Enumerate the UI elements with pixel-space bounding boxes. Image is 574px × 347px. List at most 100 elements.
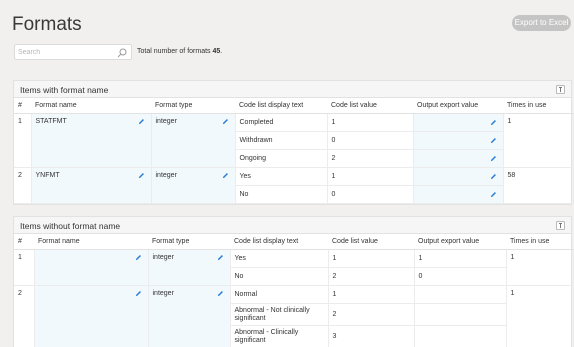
times-in-use: 58 — [502, 167, 574, 204]
column-header: # — [14, 234, 34, 250]
pencil-icon[interactable] — [217, 290, 224, 297]
pencil-icon[interactable] — [138, 118, 145, 125]
code-list-display-text: Withdrawn — [235, 131, 328, 150]
times-in-use: 1 — [502, 113, 574, 168]
pencil-icon[interactable] — [490, 173, 497, 180]
format-type-cell[interactable]: integer — [147, 285, 231, 347]
format-name: YNFMT — [35, 171, 60, 179]
output-export-value-cell[interactable] — [412, 167, 504, 186]
output-export-value-cell[interactable] — [412, 131, 504, 150]
code-list-display-text: No — [230, 267, 329, 286]
code-list-value: 1 — [326, 167, 414, 186]
row-number: 2 — [14, 285, 35, 347]
column-header: Output export value — [413, 98, 503, 114]
code-list-value: 1 — [327, 285, 415, 304]
column-header: Format name — [31, 98, 151, 114]
format-name-cell[interactable]: YNFMT — [30, 167, 152, 204]
pencil-icon[interactable] — [490, 155, 497, 162]
code-list-display-text: Normal — [229, 285, 329, 304]
code-list-display-text: No — [235, 185, 328, 204]
row-number: 1 — [14, 113, 32, 168]
table-row: 1 STATFMT integer Completed 1 1 — [14, 113, 574, 168]
format-name: STATFMT — [35, 117, 67, 125]
pencil-icon[interactable] — [135, 290, 142, 297]
format-type-cell[interactable]: integer — [147, 249, 231, 286]
page-title: Formats — [12, 14, 82, 35]
table-row: 2 YNFMT integer Yes 1 58 — [14, 167, 574, 204]
pencil-icon[interactable] — [490, 191, 497, 198]
section-header: Items with format name — [14, 81, 571, 98]
format-type: integer — [152, 253, 174, 261]
code-list-value: 3 — [327, 325, 415, 347]
column-header: # — [14, 98, 31, 114]
column-header: Code list value — [328, 234, 414, 250]
total-label: Total number of formats — [137, 48, 211, 55]
code-list-display-text: Yes — [229, 249, 329, 268]
table-header-row: # Format name Format type Code list display… — [14, 98, 573, 114]
column-header: Times in use — [506, 234, 573, 250]
output-export-value — [413, 325, 507, 347]
section-title: Items with format name — [20, 85, 109, 95]
code-list-value: 2 — [327, 267, 415, 286]
pencil-icon[interactable] — [490, 119, 497, 126]
search-input[interactable] — [18, 47, 114, 58]
output-export-value-cell[interactable] — [412, 113, 504, 132]
code-list-value: 2 — [326, 149, 414, 168]
code-list-value: 2 — [327, 303, 415, 326]
output-export-value-cell[interactable] — [412, 149, 504, 168]
code-list-display-text: Abnormal - Not clinically significant — [230, 303, 329, 326]
formats-table: # Format name Format type Code list display… — [14, 234, 574, 347]
total-formats-text: Total number of formats 45. — [137, 48, 222, 55]
format-type: integer — [155, 117, 177, 125]
output-export-value: 1 — [413, 249, 507, 268]
row-number: 2 — [14, 167, 32, 204]
column-header: Code list display text — [230, 234, 328, 250]
format-type-cell[interactable]: integer — [150, 113, 236, 168]
collapse-icon[interactable] — [556, 221, 565, 230]
column-header: Format name — [34, 234, 148, 250]
format-type: integer — [155, 171, 177, 179]
section-without-format-name: Items without format name # Format name Fo… — [13, 216, 574, 347]
pencil-icon[interactable] — [222, 172, 229, 179]
code-list-value: 0 — [326, 185, 414, 204]
pencil-icon[interactable] — [138, 172, 145, 179]
search-box[interactable] — [14, 44, 132, 60]
column-header: Code list value — [327, 98, 413, 114]
total-suffix: . — [220, 48, 223, 55]
column-header: Output export value — [414, 234, 506, 250]
table-header-row: # Format name Format type Code list display… — [14, 234, 573, 250]
code-list-value: 1 — [326, 113, 414, 132]
code-list-value: 1 — [327, 249, 415, 268]
format-name-cell[interactable]: STATFMT — [30, 113, 152, 168]
table-row: 1 integer Yes 1 1 1 — [14, 249, 574, 286]
format-name-cell[interactable] — [33, 249, 149, 286]
export-to-excel-button[interactable]: Export to Excel — [512, 15, 571, 31]
times-in-use: 1 — [505, 285, 574, 347]
format-type: integer — [152, 289, 174, 297]
section-title: Items without format name — [20, 221, 121, 231]
times-in-use: 1 — [505, 249, 574, 286]
section-with-format-name: Items with format name # Format name Forma… — [13, 80, 574, 205]
code-list-display-text: Yes — [234, 167, 328, 186]
row-number: 1 — [14, 249, 35, 286]
code-list-display-text: Ongoing — [235, 149, 328, 168]
column-header: Format type — [148, 234, 230, 250]
pencil-icon[interactable] — [135, 254, 142, 261]
pencil-icon[interactable] — [490, 137, 497, 144]
column-header: Format type — [151, 98, 235, 114]
format-name-cell[interactable] — [33, 285, 149, 347]
formats-table: # Format name Format type Code list display… — [14, 98, 574, 204]
code-list-display-text: Completed — [234, 113, 328, 132]
output-export-value — [413, 285, 507, 304]
code-list-value: 0 — [326, 131, 414, 150]
search-icon[interactable] — [117, 48, 127, 58]
collapse-icon[interactable] — [556, 85, 565, 94]
pencil-icon[interactable] — [217, 254, 224, 261]
format-type-cell[interactable]: integer — [150, 167, 236, 204]
pencil-icon[interactable] — [222, 118, 229, 125]
column-header: Code list display text — [235, 98, 327, 114]
output-export-value: 0 — [413, 267, 507, 286]
output-export-value-cell[interactable] — [412, 185, 504, 204]
output-export-value — [413, 303, 507, 326]
column-header: Times in use — [503, 98, 573, 114]
